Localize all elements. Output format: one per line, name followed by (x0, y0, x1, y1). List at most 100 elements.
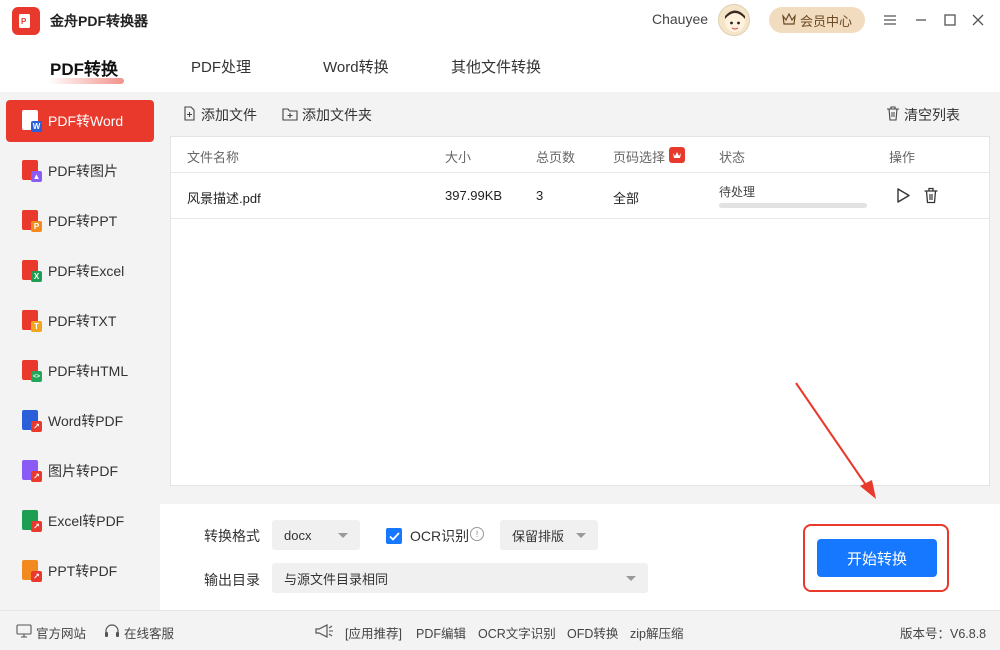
image-doc-icon: ↗ (22, 460, 42, 482)
app-recommend-label: [应用推荐] (345, 627, 402, 641)
add-folder-icon (282, 107, 298, 124)
pdf-doc-icon: <> (22, 360, 42, 382)
minimize-icon[interactable] (911, 10, 931, 30)
svg-text:P: P (21, 17, 27, 26)
online-support-label: 在线客服 (124, 627, 175, 641)
chevron-down-icon (576, 533, 586, 538)
col-status: 状态 (719, 150, 746, 165)
sidebar-item-label: Excel转PDF (48, 513, 125, 529)
vip-crown-icon (669, 147, 685, 163)
ppt-doc-icon: ↗ (22, 560, 42, 582)
sidebar-item-label: PDF转Excel (48, 263, 125, 279)
sidebar-item-label: PDF转HTML (48, 363, 129, 379)
file-table: 文件名称 大小 总页数 页码选择 状态 操作 风景描述.pdf 397.99KB… (170, 136, 990, 486)
main-panel: 添加文件 添加文件夹 清空列表 文件名称 大小 总页数 页码选择 状态 操作 风… (160, 92, 1000, 504)
tab-pdf-convert[interactable]: PDF转换 (50, 55, 118, 80)
footer: 官方网站 在线客服 [应用推荐] PDF编辑 OCR文字识别 OFD转换 zip… (0, 610, 1000, 650)
format-value: docx (284, 527, 312, 543)
app-title: 金舟PDF转换器 (50, 13, 148, 29)
official-website-link[interactable]: 官方网站 (16, 623, 86, 642)
official-website-label: 官方网站 (36, 627, 87, 641)
layout-value: 保留排版 (512, 528, 565, 544)
pdf-doc-icon: W (22, 110, 42, 132)
footer-link-zip[interactable]: zip解压缩 (630, 623, 683, 642)
layout-select[interactable]: 保留排版 (500, 520, 598, 550)
settings-panel: 转换格式 docx OCR识别 ! 保留排版 输出目录 与源文件目录相同 开始转… (160, 504, 1000, 610)
active-tab-indicator (48, 78, 124, 84)
sidebar-item-excel-to-pdf[interactable]: ↗ Excel转PDF (6, 500, 154, 542)
sidebar-item-pdf-to-html[interactable]: <> PDF转HTML (6, 350, 154, 392)
vip-label: 会员中心 (799, 13, 852, 29)
add-folder-label: 添加文件夹 (302, 107, 372, 123)
sidebar-item-label: PPT转PDF (48, 563, 118, 579)
table-row[interactable]: 风景描述.pdf 397.99KB 3 全部 待处理 (171, 173, 989, 219)
word-doc-icon: ↗ (22, 410, 42, 432)
sidebar-item-label: PDF转Word (48, 113, 124, 129)
play-icon[interactable] (895, 187, 911, 207)
add-file-label: 添加文件 (201, 107, 257, 123)
col-actions: 操作 (889, 150, 916, 165)
sidebar-item-ppt-to-pdf[interactable]: ↗ PPT转PDF (6, 550, 154, 592)
format-select[interactable]: docx (272, 520, 360, 550)
sidebar-item-label: 图片转PDF (48, 463, 118, 479)
sidebar-item-label: PDF转PPT (48, 213, 118, 229)
pdf-doc-icon: T (22, 310, 42, 332)
add-folder-button[interactable]: 添加文件夹 (282, 105, 372, 125)
sidebar: W PDF转Word ▲ PDF转图片 P PDF转PPT X PDF转Exce… (0, 92, 160, 610)
footer-link-ofd[interactable]: OFD转换 (567, 623, 618, 642)
vip-center-button[interactable]: 会员中心 (769, 7, 865, 33)
headset-icon (104, 623, 120, 642)
avatar[interactable] (718, 4, 750, 36)
col-file-name: 文件名称 (187, 150, 240, 165)
output-directory-select[interactable]: 与源文件目录相同 (272, 563, 648, 593)
start-convert-button[interactable]: 开始转换 (817, 539, 937, 577)
tab-pdf-process[interactable]: PDF处理 (191, 56, 251, 77)
ocr-checkbox[interactable] (386, 528, 402, 544)
sidebar-item-word-to-pdf[interactable]: ↗ Word转PDF (6, 400, 154, 442)
ocr-label: OCR识别 (410, 528, 470, 544)
add-file-button[interactable]: 添加文件 (182, 105, 257, 125)
col-page-select: 页码选择 (613, 150, 666, 165)
version-label: 版本号：V6.8.8 (900, 627, 987, 641)
pdf-doc-icon: X (22, 260, 42, 282)
menu-icon[interactable] (880, 10, 900, 30)
footer-link-pdf-edit[interactable]: PDF编辑 (416, 623, 466, 642)
online-support-link[interactable]: 在线客服 (104, 623, 174, 642)
output-value: 与源文件目录相同 (284, 571, 389, 587)
file-size: 397.99KB (445, 188, 503, 203)
username[interactable]: Chauyee (652, 11, 708, 27)
tab-word-convert[interactable]: Word转换 (323, 56, 389, 77)
chevron-down-icon (338, 533, 348, 538)
progress-bar (719, 203, 867, 208)
page-select-value[interactable]: 全部 (613, 188, 639, 207)
sidebar-item-pdf-to-image[interactable]: ▲ PDF转图片 (6, 150, 154, 192)
sidebar-item-label: PDF转TXT (48, 313, 117, 329)
sidebar-item-pdf-to-word[interactable]: W PDF转Word (6, 100, 154, 142)
add-file-icon (182, 106, 197, 124)
megaphone-icon (314, 623, 334, 639)
sidebar-item-pdf-to-txt[interactable]: T PDF转TXT (6, 300, 154, 342)
title-bar: P 金舟PDF转换器 Chauyee 会员中心 (0, 0, 1000, 40)
sidebar-item-pdf-to-ppt[interactable]: P PDF转PPT (6, 200, 154, 242)
pdf-doc-icon: ▲ (22, 160, 42, 182)
excel-doc-icon: ↗ (22, 510, 42, 532)
file-pages: 3 (536, 188, 544, 203)
trash-icon (886, 106, 900, 124)
col-size: 大小 (445, 150, 472, 165)
sidebar-item-label: PDF转图片 (48, 163, 118, 179)
maximize-icon[interactable] (940, 10, 960, 30)
sidebar-item-pdf-to-excel[interactable]: X PDF转Excel (6, 250, 154, 292)
close-icon[interactable] (968, 10, 988, 30)
chevron-down-icon (626, 576, 636, 581)
tab-other-convert[interactable]: 其他文件转换 (451, 56, 541, 77)
monitor-icon (16, 624, 32, 641)
top-tabs: PDF转换 PDF处理 Word转换 其他文件转换 (0, 42, 1000, 92)
format-label: 转换格式 (204, 528, 260, 544)
sidebar-item-label: Word转PDF (48, 413, 124, 429)
info-icon[interactable]: ! (470, 527, 484, 541)
clear-list-button[interactable]: 清空列表 (886, 105, 960, 125)
footer-link-ocr[interactable]: OCR文字识别 (478, 623, 556, 642)
file-name: 风景描述.pdf (187, 191, 261, 206)
sidebar-item-image-to-pdf[interactable]: ↗ 图片转PDF (6, 450, 154, 492)
delete-icon[interactable] (923, 187, 939, 207)
